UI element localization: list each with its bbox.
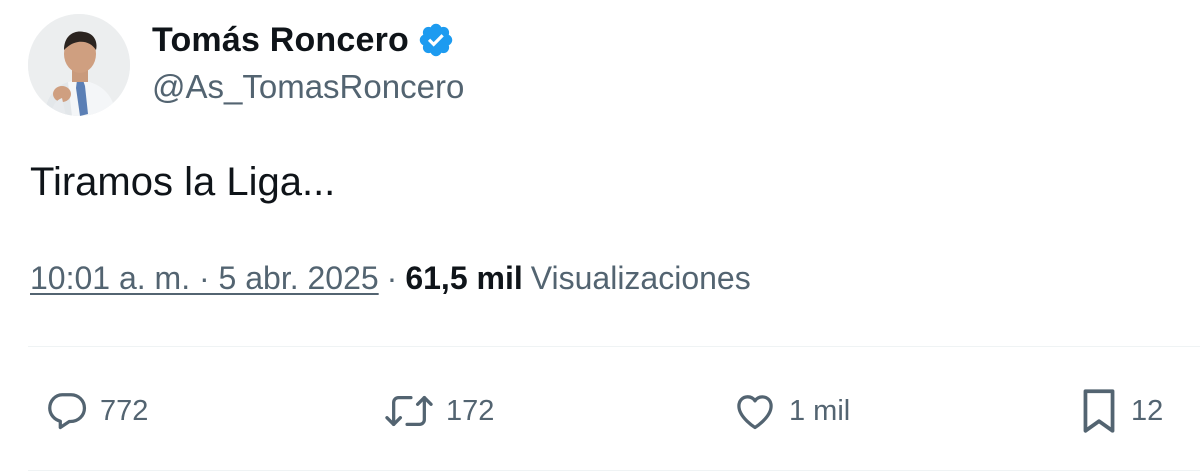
- meta-separator: ·: [386, 260, 398, 296]
- views-count: 61,5 mil: [405, 260, 523, 296]
- divider-top: [28, 346, 1200, 347]
- verified-badge-icon[interactable]: [417, 21, 455, 59]
- author-handle[interactable]: @As_TomasRoncero: [152, 68, 464, 106]
- reply-icon: [44, 388, 90, 434]
- bookmark-count: 12: [1131, 394, 1164, 427]
- bookmark-button[interactable]: 12: [1077, 384, 1163, 438]
- bookmark-icon: [1077, 386, 1121, 436]
- tweet-card: Tomás Roncero @As_TomasRoncero Tiramos l…: [0, 0, 1200, 474]
- tweet-timestamp-link[interactable]: 10:01 a. m. · 5 abr. 2025: [30, 260, 379, 297]
- views-label: Visualizaciones: [530, 260, 751, 296]
- retweet-count: 172: [446, 394, 495, 427]
- reply-button[interactable]: 772: [44, 384, 148, 438]
- like-button[interactable]: 1 mil: [731, 384, 850, 438]
- retweet-icon: [382, 388, 436, 434]
- like-count: 1 mil: [789, 394, 851, 427]
- avatar[interactable]: [28, 14, 130, 116]
- divider-bottom: [28, 470, 1200, 471]
- tweet-meta: 10:01 a. m. · 5 abr. 2025 · 61,5 mil Vis…: [30, 260, 751, 297]
- author-name-row[interactable]: Tomás Roncero: [152, 18, 455, 62]
- retweet-button[interactable]: 172: [382, 384, 494, 438]
- heart-icon: [731, 388, 779, 434]
- avatar-photo: [28, 14, 130, 116]
- tweet-text: Tiramos la Liga...: [30, 160, 336, 204]
- reply-count: 772: [100, 394, 149, 427]
- author-display-name[interactable]: Tomás Roncero: [152, 21, 409, 60]
